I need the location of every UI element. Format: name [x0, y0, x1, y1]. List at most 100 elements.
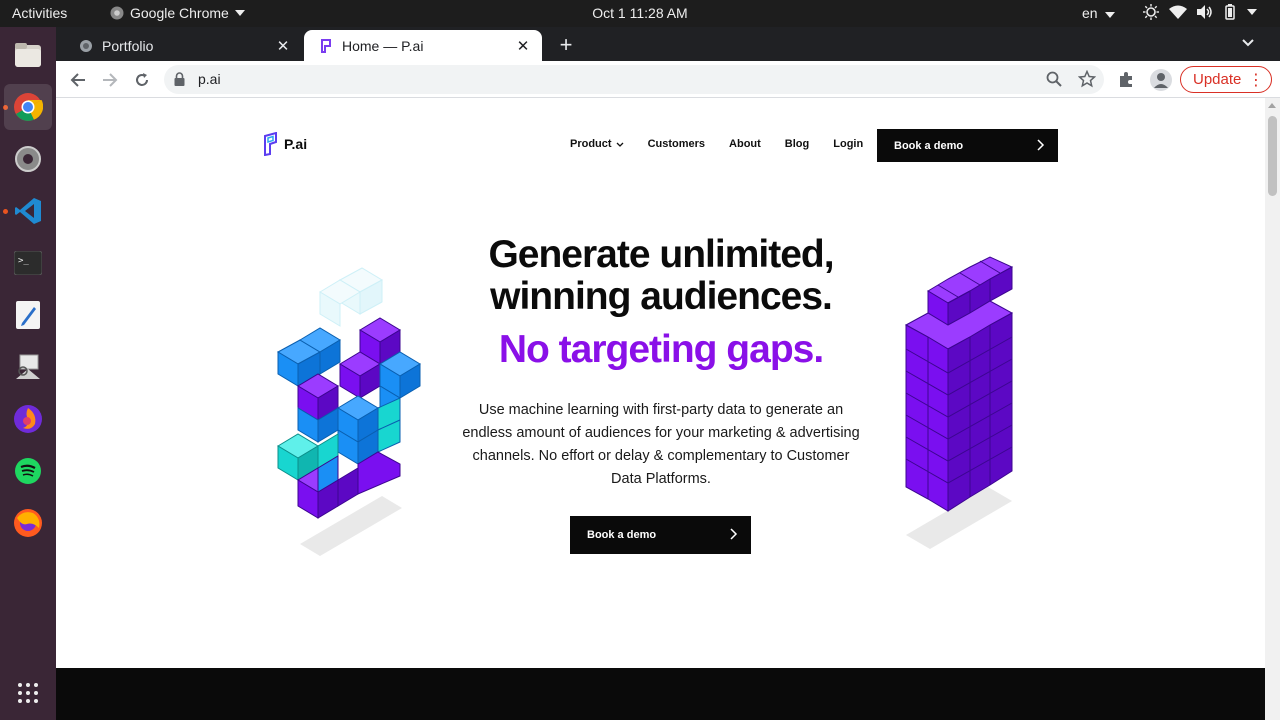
hero-headline: Generate unlimited, winning audiences. — [436, 234, 886, 318]
profile-avatar[interactable] — [1150, 69, 1172, 91]
chevron-down-icon — [1247, 9, 1257, 15]
nav-about[interactable]: About — [729, 138, 761, 150]
nav-customers[interactable]: Customers — [648, 138, 705, 150]
clock[interactable]: Oct 1 11:28 AM — [592, 5, 687, 21]
dock-chrome[interactable] — [4, 84, 52, 130]
screenshot-tool-icon — [16, 354, 40, 379]
dock-files[interactable] — [4, 32, 52, 78]
hero-headline-line2: winning audiences. — [490, 275, 833, 318]
back-arrow-icon — [70, 73, 85, 87]
update-label: Update — [1193, 71, 1242, 88]
book-demo-hero-button[interactable]: Book a demo — [570, 516, 751, 554]
hero-subheadline: No targeting gaps. — [498, 328, 824, 371]
globe-icon — [78, 38, 94, 54]
system-tray[interactable] — [1143, 4, 1257, 20]
new-tab-button[interactable]: + — [554, 34, 578, 58]
app-grid-icon — [18, 683, 38, 703]
nav-product-label: Product — [570, 138, 612, 150]
brightness-icon — [1143, 4, 1159, 20]
menu-dots-icon: ⋮ — [1248, 72, 1264, 89]
tab-home-pai[interactable]: Home — P.ai ✕ — [304, 30, 542, 61]
update-button[interactable]: Update ⋮ — [1180, 66, 1272, 93]
dock: >_ — [0, 27, 56, 720]
dock-app-grid[interactable] — [4, 670, 52, 716]
zoom-icon[interactable] — [1046, 71, 1062, 87]
dock-spotify[interactable] — [4, 448, 52, 494]
scroll-up-arrow-icon[interactable] — [1268, 103, 1276, 108]
dock-vscode[interactable] — [4, 188, 52, 234]
firefox-dev-icon — [14, 405, 42, 433]
browser-toolbar: p.ai Update ⋮ — [56, 61, 1280, 98]
close-icon[interactable]: ✕ — [274, 37, 292, 55]
hero-description: Use machine learning with first-party da… — [462, 402, 860, 487]
address-bar[interactable]: p.ai — [164, 65, 1104, 94]
forward-button[interactable] — [98, 68, 122, 92]
dock-firefox-dev[interactable] — [4, 396, 52, 442]
battery-icon — [1225, 4, 1235, 20]
chevron-down-icon — [234, 10, 245, 16]
tab-strip: Portfolio ✕ Home — P.ai ✕ + — [56, 27, 1280, 61]
dock-terminal[interactable]: >_ — [4, 240, 52, 286]
book-demo-label: Book a demo — [587, 529, 657, 541]
settings-icon — [15, 146, 41, 172]
volume-icon — [1197, 5, 1212, 19]
nav-about-label: About — [729, 138, 761, 150]
firefox-icon — [14, 509, 42, 537]
nav-blog[interactable]: Blog — [785, 138, 809, 150]
system-top-bar: Activities Google Chrome Oct 1 11:28 AM … — [0, 0, 1280, 27]
language-indicator[interactable]: en — [1082, 5, 1116, 21]
chevron-down-icon — [1242, 39, 1254, 47]
terminal-icon: >_ — [14, 251, 42, 275]
close-icon[interactable]: ✕ — [514, 37, 532, 55]
dock-settings[interactable] — [4, 136, 52, 182]
site-logo[interactable]: P.ai — [262, 132, 307, 156]
nav-product[interactable]: Product — [570, 138, 624, 150]
page-scrollbar[interactable] — [1265, 98, 1280, 720]
app-menu[interactable]: Google Chrome — [110, 5, 245, 21]
chevron-down-icon — [1105, 12, 1116, 18]
pai-logo-icon — [264, 132, 277, 156]
nav-blog-label: Blog — [784, 138, 810, 150]
tab-search-button[interactable] — [1241, 35, 1261, 55]
tab-title: Home — P.ai — [342, 37, 424, 54]
dock-text-editor[interactable] — [4, 292, 52, 338]
chevron-right-icon — [730, 528, 738, 540]
chevron-right-icon — [1037, 139, 1045, 151]
dock-screenshot[interactable] — [4, 344, 52, 390]
language-label: en — [1082, 5, 1098, 21]
url-text[interactable]: p.ai — [198, 71, 221, 87]
chrome-small-icon — [110, 6, 124, 20]
nav-customers-label: Customers — [647, 138, 706, 150]
app-menu-label: Google Chrome — [130, 5, 229, 21]
nav-login[interactable]: Login — [833, 138, 863, 150]
tab-portfolio[interactable]: Portfolio ✕ — [64, 30, 302, 61]
activities-button[interactable]: Activities — [12, 5, 67, 21]
tab-title: Portfolio — [102, 37, 154, 54]
spotify-icon — [15, 458, 41, 484]
reload-button[interactable] — [130, 68, 154, 92]
site-nav: Product Customers About Blog Login — [570, 138, 887, 150]
pai-favicon-icon — [318, 38, 334, 54]
forward-arrow-icon — [103, 73, 118, 87]
dark-section — [56, 668, 1265, 720]
files-icon — [15, 43, 41, 67]
hero-headline-line1: Generate unlimited, — [488, 233, 834, 276]
chrome-icon — [14, 93, 43, 121]
lock-icon[interactable] — [174, 72, 185, 86]
nav-login-label: Login — [833, 138, 864, 150]
svg-text:>_: >_ — [18, 256, 29, 266]
bookmark-star-icon[interactable] — [1078, 70, 1096, 88]
extensions-icon[interactable] — [1118, 70, 1136, 88]
back-button[interactable] — [66, 68, 90, 92]
dock-firefox[interactable] — [4, 500, 52, 546]
text-editor-icon — [16, 301, 40, 329]
cube-illustration-left — [276, 267, 421, 556]
book-demo-nav-button[interactable]: Book a demo — [877, 129, 1058, 162]
vscode-icon — [15, 198, 41, 224]
chevron-down-icon — [616, 142, 624, 147]
book-demo-label: Book a demo — [894, 139, 964, 152]
wifi-icon — [1169, 5, 1187, 19]
cube-illustration-right — [904, 256, 1014, 549]
scrollbar-thumb[interactable] — [1268, 116, 1277, 196]
person-icon — [1154, 73, 1168, 88]
